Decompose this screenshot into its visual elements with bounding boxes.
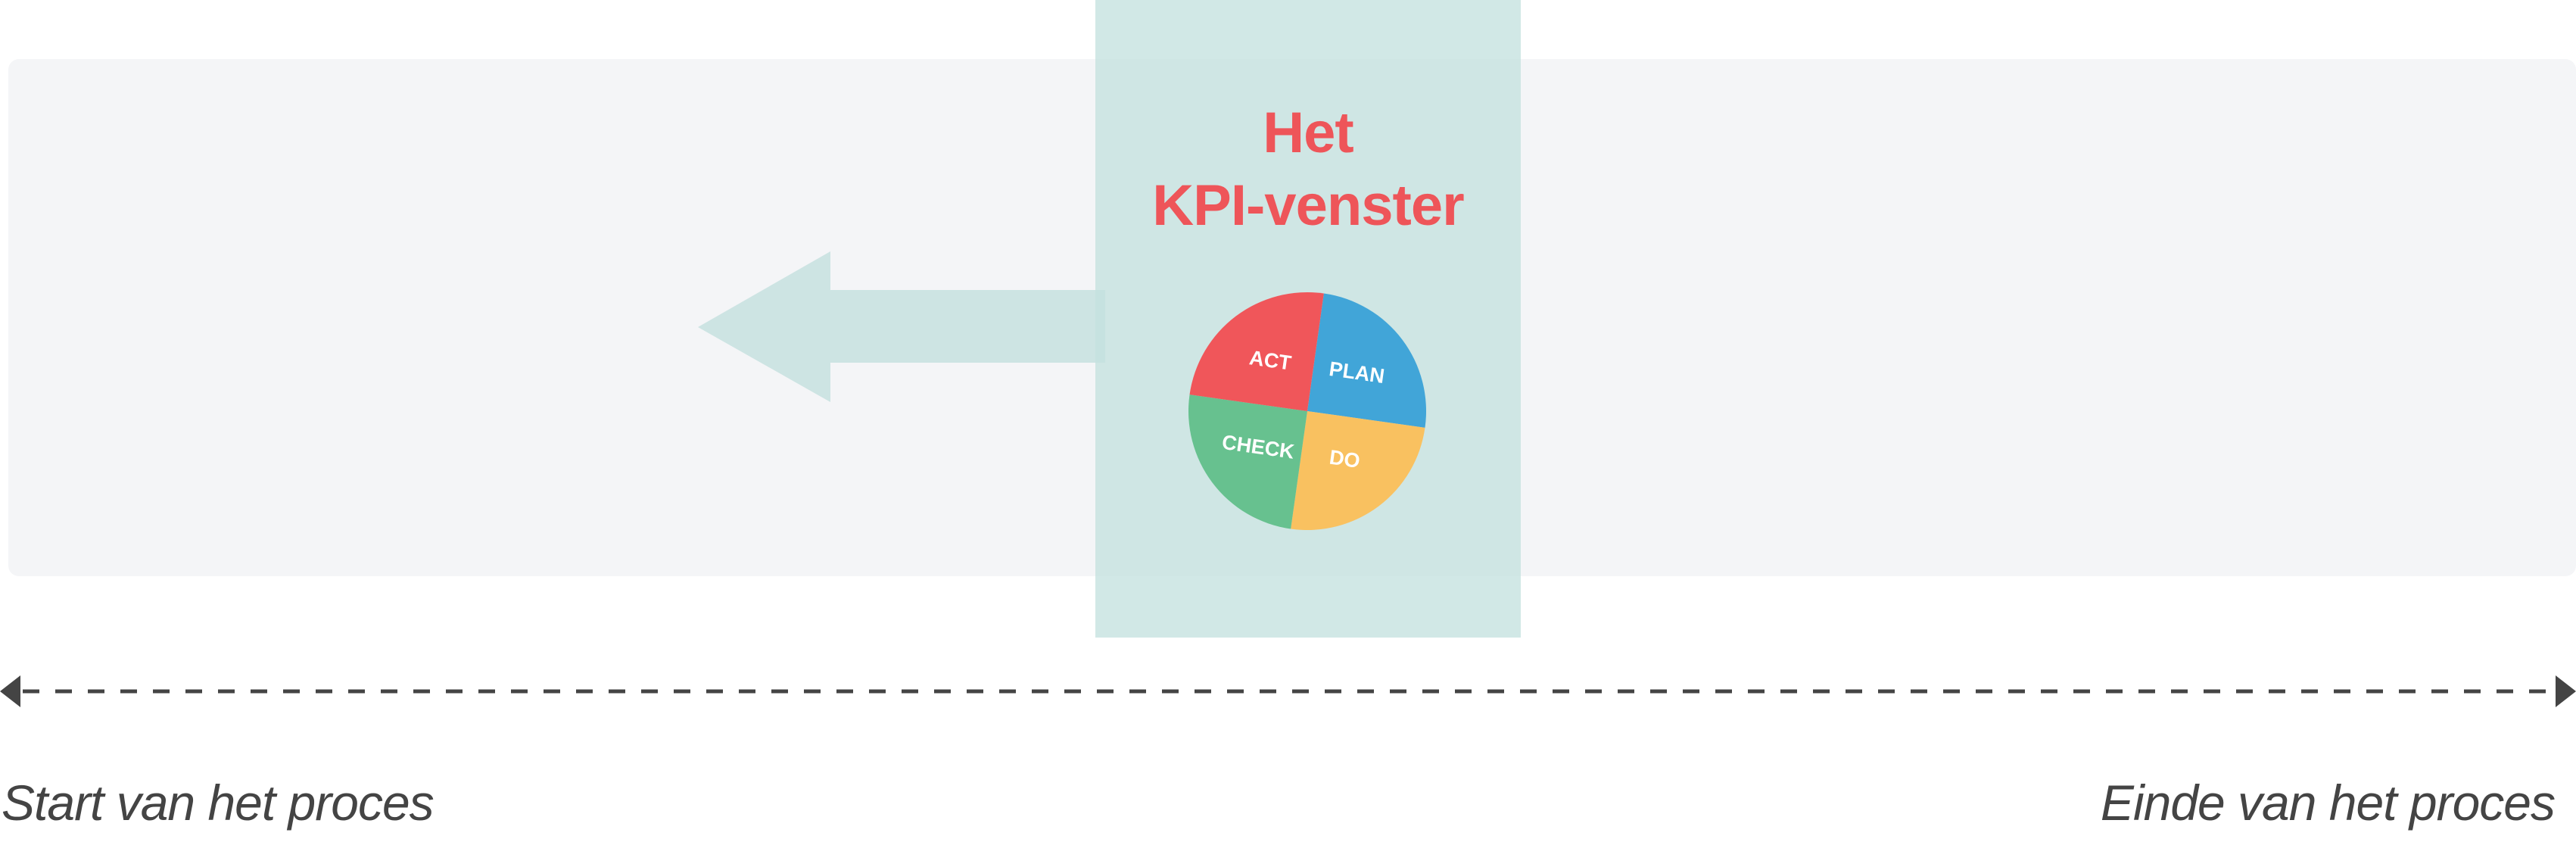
timeline-start-label: Start van het proces	[2, 775, 435, 831]
timeline-end-arrowhead-icon	[2556, 675, 2576, 707]
timeline-start-arrowhead-icon	[0, 675, 20, 707]
timeline-end-label: Einde van het proces	[2100, 775, 2556, 831]
timeline	[0, 675, 2576, 707]
